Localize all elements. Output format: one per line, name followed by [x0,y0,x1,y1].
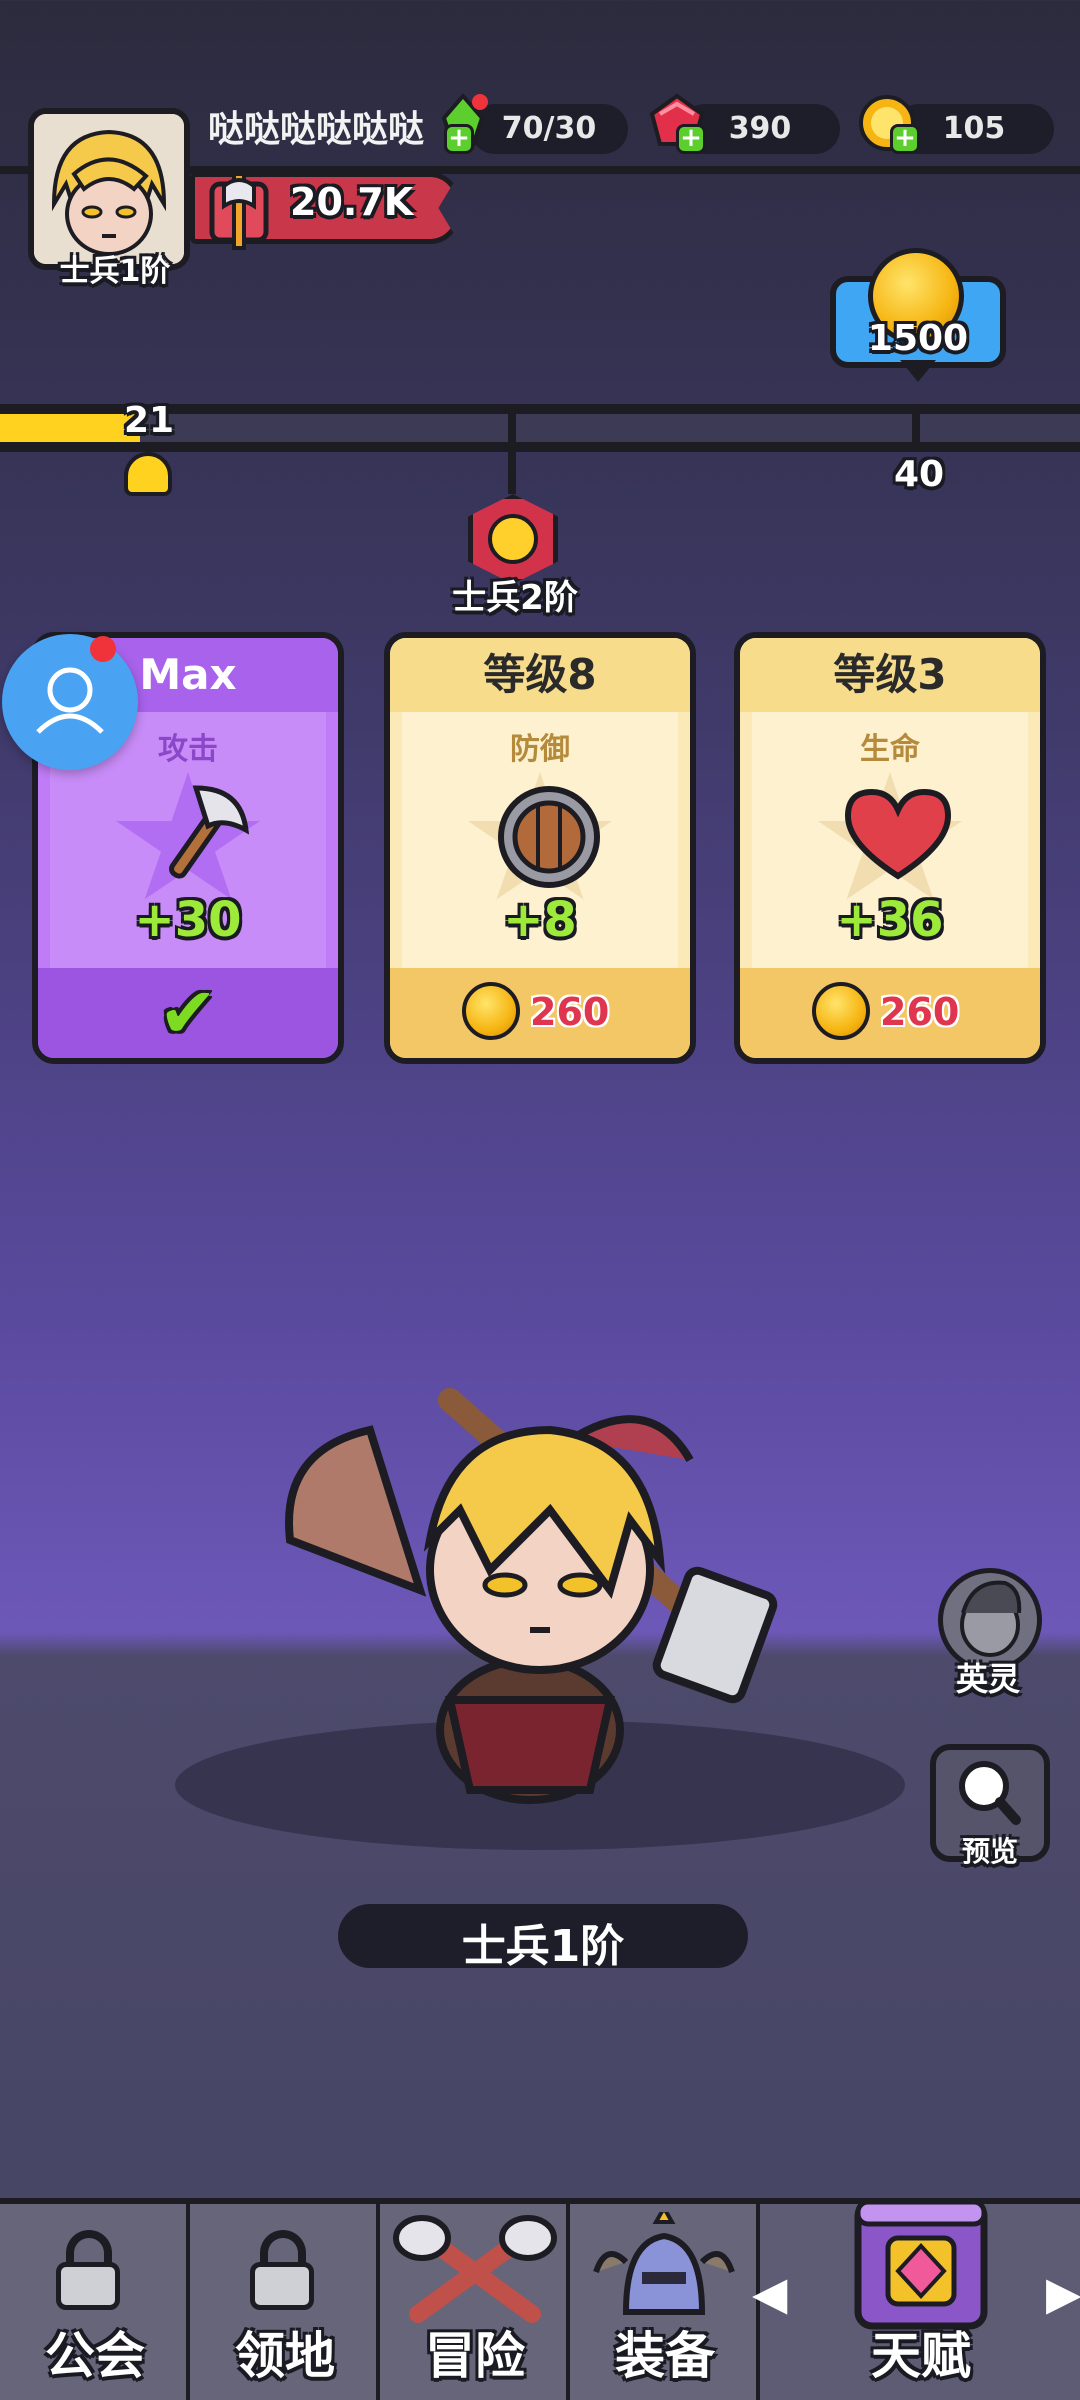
nav-talent-label: 天赋 [871,2327,971,2385]
health-stat-label: 生命 [860,732,920,767]
defense-price: 260 [530,990,610,1034]
heart-icon [844,788,952,880]
energy-add-button[interactable]: + [444,124,474,154]
progress-fill [0,414,141,442]
axe-badge-icon [209,172,269,250]
reward-amount: 1500 [867,318,969,359]
talent-book-icon [854,2198,988,2330]
defense-bonus: +8 [503,892,577,948]
defense-stat-label: 防御 [510,732,570,767]
magnifier-icon [959,1761,1021,1825]
nav-left-arrow-icon[interactable]: ◀ [752,2266,787,2320]
user-icon [36,667,104,734]
progress-next: 40 [894,454,945,495]
player-name: 哒哒哒哒哒哒 [208,109,425,150]
coins-add-button[interactable]: + [890,124,920,154]
spirit-icon [960,1580,1022,1657]
health-bonus: +36 [836,892,944,948]
health-price: 260 [880,990,960,1034]
health-card[interactable]: 等级3 生命 +36 260 [734,632,1046,1064]
milestone-rank-label: 士兵2阶 [452,578,578,618]
preview-label: 预览 [961,1835,1018,1868]
helmet-icon [593,2212,735,2315]
health-upgrade-button[interactable]: 260 [740,968,1040,1058]
notification-dot [90,636,116,662]
reward-bubble-tail [900,360,936,382]
attack-bonus: +30 [134,892,242,948]
crossed-axes-icon [393,2215,557,2323]
end-tick [912,404,920,450]
hero-character[interactable] [250,1370,810,1810]
gold-coin-icon [462,982,520,1040]
hero-portrait-icon [34,114,184,264]
health-card-header: 等级3 [740,638,1040,712]
coins-value: 105 [942,111,1006,146]
progress-current: 21 [124,400,175,441]
defense-upgrade-button[interactable]: 260 [390,968,690,1058]
nav-equipment-label: 装备 [615,2327,715,2385]
axe-icon [169,785,250,879]
defense-card-header: 等级8 [390,638,690,712]
hero-name: 士兵1阶 [461,1921,625,1972]
nav-guild-label: 公会 [45,2327,145,2385]
avatar-rank-label: 士兵1阶 [59,254,171,289]
rank-emblem-core [488,514,538,564]
nav-right-arrow-icon[interactable]: ▶ [1046,2266,1080,2320]
lock-icon-body [56,2262,120,2310]
check-icon: ✔ [158,972,218,1054]
nav-adventure-label: 冒险 [425,2327,525,2385]
spirit-label: 英灵 [955,1660,1020,1698]
gold-coin-icon [812,982,870,1040]
power-value: 20.7K [290,180,414,224]
energy-value: 70/30 [501,111,597,146]
progress-marker-icon [124,452,172,496]
nav-territory-label: 领地 [235,2327,335,2385]
defense-card[interactable]: 等级8 防御 +8 260 [384,632,696,1064]
lock-icon-body [250,2262,314,2310]
gems-value: 390 [728,111,792,146]
milestone-tick [508,404,516,494]
support-button[interactable] [2,634,138,770]
shield-icon [498,786,600,888]
gems-add-button[interactable]: + [676,124,706,154]
